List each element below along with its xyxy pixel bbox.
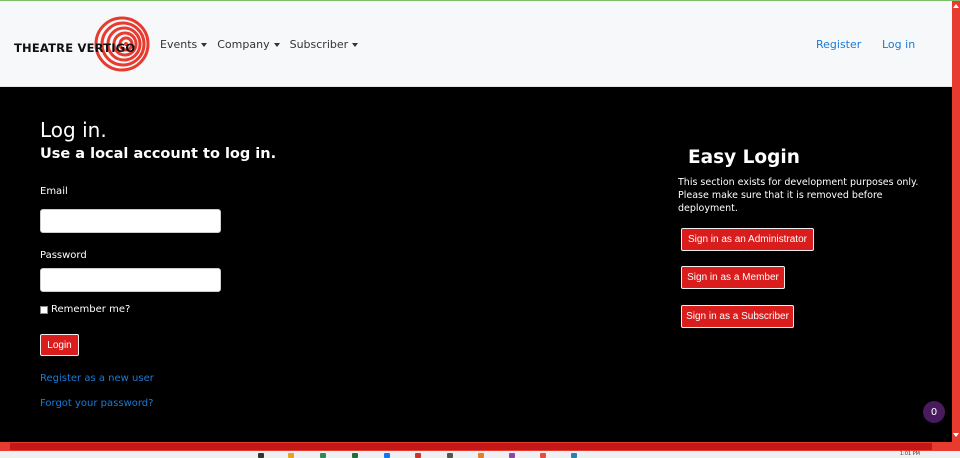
- main-content: Log in. Use a local account to log in. E…: [0, 87, 952, 442]
- email-field[interactable]: [40, 209, 221, 233]
- sign-in-member-button[interactable]: Sign in as a Member: [681, 266, 785, 289]
- caret-down-icon: [201, 42, 208, 47]
- taskbar-app-icon[interactable]: [447, 453, 453, 458]
- top-navbar: THEATRE VERTIGO Events Company Subscribe…: [0, 1, 952, 87]
- caret-down-icon: [273, 42, 280, 47]
- menu-subscriber-label: Subscriber: [289, 38, 349, 51]
- notification-badge[interactable]: 0: [923, 401, 945, 423]
- taskbar-app-icon[interactable]: [415, 453, 421, 458]
- vertical-scrollbar[interactable]: [952, 1, 960, 442]
- login-button[interactable]: Login: [40, 334, 79, 356]
- taskbar-app-icon[interactable]: [509, 453, 515, 458]
- menu-events[interactable]: Events: [160, 38, 208, 51]
- password-field[interactable]: [40, 268, 221, 292]
- brand-logo[interactable]: THEATRE VERTIGO: [13, 16, 153, 72]
- os-taskbar: 1:01 PM: [0, 451, 960, 458]
- scroll-down-arrow-icon[interactable]: [953, 433, 959, 437]
- taskbar-app-icon[interactable]: [352, 453, 358, 458]
- taskbar-app-icon[interactable]: [571, 453, 577, 458]
- password-label: Password: [40, 250, 87, 261]
- sign-in-subscriber-button[interactable]: Sign in as a Subscriber: [681, 305, 794, 328]
- menu-company-label: Company: [217, 38, 270, 51]
- taskbar-app-icon[interactable]: [320, 453, 326, 458]
- remember-me-label: Remember me?: [51, 304, 131, 315]
- taskbar-clock: 1:01 PM: [899, 451, 920, 457]
- forgot-password-link[interactable]: Forgot your password?: [40, 398, 153, 409]
- easy-login-description: This section exists for development purp…: [678, 177, 919, 214]
- caret-down-icon: [352, 42, 359, 47]
- horizontal-scrollbar[interactable]: [0, 442, 960, 451]
- remember-me[interactable]: Remember me?: [40, 304, 130, 315]
- sign-in-admin-button[interactable]: Sign in as an Administrator: [681, 228, 814, 251]
- menu-company[interactable]: Company: [217, 38, 280, 51]
- menu-subscriber[interactable]: Subscriber: [290, 38, 359, 51]
- taskbar-app-icon[interactable]: [258, 453, 264, 458]
- scroll-up-arrow-icon[interactable]: [953, 4, 959, 8]
- register-new-user-link[interactable]: Register as a new user: [40, 373, 154, 384]
- easy-login-title: Easy Login: [688, 147, 800, 168]
- login-link[interactable]: Log in: [882, 38, 915, 51]
- taskbar-app-icon[interactable]: [384, 453, 390, 458]
- taskbar-app-icon[interactable]: [478, 453, 484, 458]
- page-title: Log in.: [40, 118, 107, 142]
- horizontal-scroll-thumb[interactable]: [10, 443, 932, 450]
- page-subtitle: Use a local account to log in.: [40, 146, 277, 162]
- register-link[interactable]: Register: [816, 38, 861, 51]
- checkbox-icon[interactable]: [40, 305, 48, 314]
- email-label: Email: [40, 186, 68, 197]
- main-menu: Events Company Subscriber: [160, 38, 359, 51]
- brand-name: THEATRE VERTIGO: [14, 41, 136, 55]
- taskbar-app-icon[interactable]: [288, 453, 294, 458]
- menu-events-label: Events: [160, 38, 198, 51]
- taskbar-app-icon[interactable]: [540, 453, 546, 458]
